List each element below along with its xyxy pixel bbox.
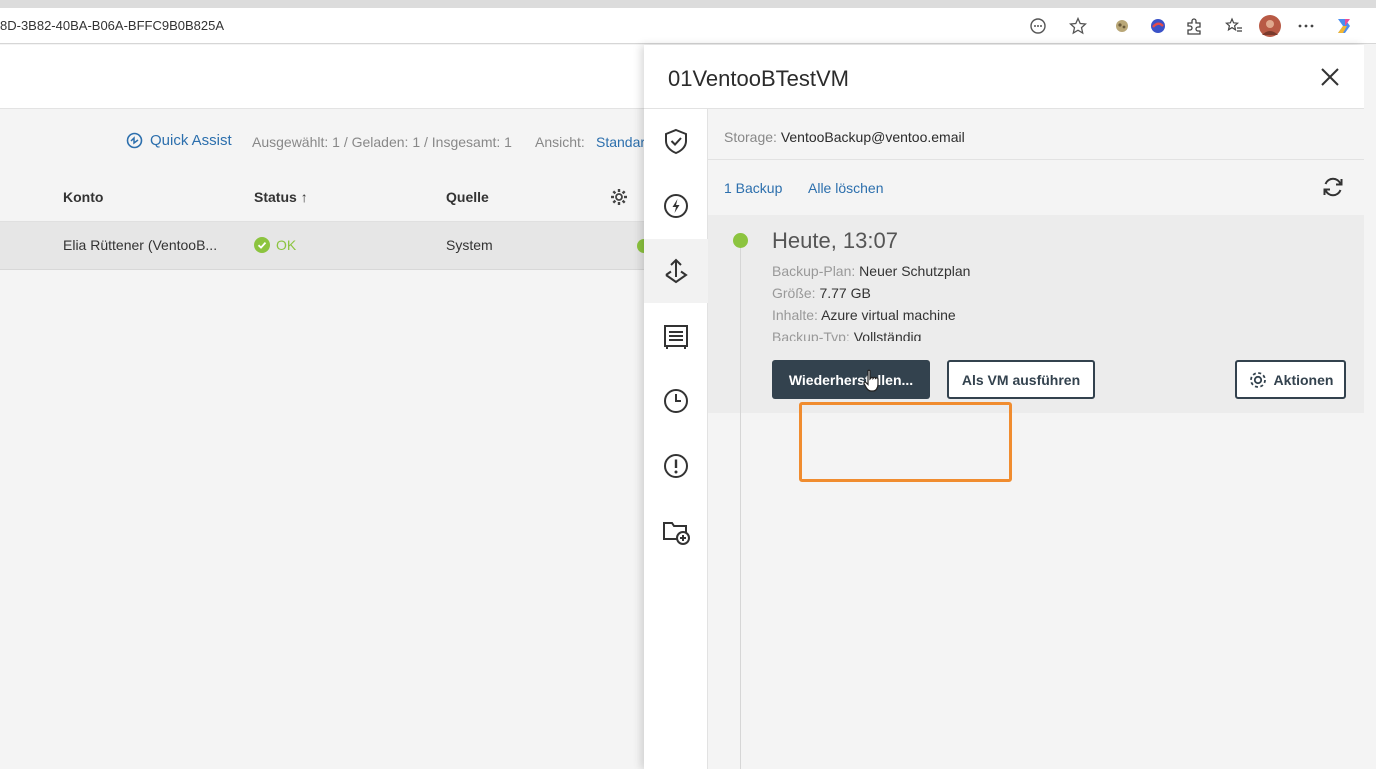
add-folder-icon[interactable] xyxy=(644,499,708,563)
backup-size-label: Größe: xyxy=(772,285,816,301)
favorite-star-icon[interactable] xyxy=(1066,14,1090,38)
app-header xyxy=(0,45,645,109)
close-icon[interactable] xyxy=(1316,63,1344,91)
details-panel: 01VentooBTestVM Storage: VentooBackup@ve… xyxy=(644,45,1364,769)
column-quelle[interactable]: Quelle xyxy=(446,189,489,205)
column-status[interactable]: Status ↑ xyxy=(254,189,308,205)
window-top-strip xyxy=(0,0,1376,8)
storage-value: VentooBackup@ventoo.email xyxy=(780,129,965,145)
backup-content-label: Inhalte: xyxy=(772,307,818,323)
reading-mode-icon[interactable] xyxy=(1026,14,1050,38)
run-as-vm-label[interactable]: Als VM ausführen xyxy=(962,372,1080,388)
actions-button[interactable]: Aktionen xyxy=(1235,360,1346,399)
storage-label: Storage: xyxy=(724,129,777,145)
storage-info: Storage: VentooBackup@ventoo.email xyxy=(724,129,965,145)
quick-assist-label[interactable]: Quick Assist xyxy=(150,132,232,149)
actions-label[interactable]: Aktionen xyxy=(1274,372,1334,388)
logs-list-icon[interactable] xyxy=(644,304,708,368)
backup-plan-row: Backup-Plan: Neuer Schutzplan xyxy=(772,263,970,279)
sort-ascending-icon[interactable]: ↑ xyxy=(301,189,308,205)
backups-content: Storage: VentooBackup@ventoo.email 1 Bac… xyxy=(708,108,1364,769)
backup-type-label: Backup-Typ: xyxy=(772,329,850,341)
refresh-icon[interactable] xyxy=(1320,174,1346,200)
selection-counts: Ausgewählt: 1 / Geladen: 1 / Insgesamt: … xyxy=(252,134,512,150)
url-text[interactable]: 8D-3B82-40BA-B06A-BFFC9B0B825A xyxy=(0,18,224,33)
backup-type-value: Vollständig xyxy=(853,329,922,341)
alerts-exclamation-icon[interactable] xyxy=(644,434,708,498)
column-status-label[interactable]: Status xyxy=(254,189,297,205)
backup-plan-value: Neuer Schutzplan xyxy=(859,263,971,279)
backup-storage-icon[interactable] xyxy=(644,239,708,303)
profile-avatar[interactable] xyxy=(1258,14,1282,38)
row-status: OK xyxy=(254,237,296,253)
backup-type-row: Backup-Typ: Vollständig xyxy=(772,329,921,341)
divider xyxy=(708,159,1364,160)
more-options-icon[interactable] xyxy=(1294,14,1318,38)
view-selector[interactable]: Standar xyxy=(596,134,645,150)
page-right-edge xyxy=(1364,45,1376,769)
backup-content-row: Inhalte: Azure virtual machine xyxy=(772,307,956,323)
history-clock-icon[interactable] xyxy=(644,369,708,433)
protection-shield-icon[interactable] xyxy=(644,109,708,173)
extension-icon[interactable] xyxy=(1110,14,1134,38)
extension-icon-2[interactable] xyxy=(1146,14,1170,38)
backup-size-value: 7.77 GB xyxy=(819,285,871,301)
favorites-list-icon[interactable] xyxy=(1222,14,1246,38)
view-label: Ansicht: xyxy=(535,134,585,150)
backup-count-link[interactable]: 1 Backup xyxy=(724,180,782,196)
restore-button[interactable]: Wiederherstellen... xyxy=(772,360,930,399)
quick-assist-link[interactable]: Quick Assist xyxy=(126,132,232,149)
delete-all-link[interactable]: Alle löschen xyxy=(808,180,884,196)
row-quelle: System xyxy=(446,237,493,253)
status-ok-label: OK xyxy=(276,237,297,253)
gear-icon xyxy=(1249,371,1266,388)
backup-time: Heute, 13:07 xyxy=(772,228,898,253)
status-ok-icon xyxy=(254,237,270,253)
backup-size-row: Größe: 7.77 GB xyxy=(772,285,871,301)
browser-address-bar[interactable]: 8D-3B82-40BA-B06A-BFFC9B0B825A xyxy=(0,8,1376,44)
backup-status-dot xyxy=(733,233,748,248)
column-konto[interactable]: Konto xyxy=(63,189,103,205)
column-settings-gear-icon[interactable] xyxy=(610,188,628,209)
row-konto: Elia Rüttener (VentooB... xyxy=(63,237,218,253)
activity-bolt-icon[interactable] xyxy=(644,174,708,238)
table-header: Konto Status ↑ Quelle xyxy=(0,172,645,222)
list-toolbar: Quick Assist Ausgewählt: 1 / Geladen: 1 … xyxy=(0,110,645,172)
copilot-icon[interactable] xyxy=(1332,14,1356,38)
backup-content-value: Azure virtual machine xyxy=(821,307,956,323)
panel-icon-nav xyxy=(644,108,708,769)
quick-assist-icon xyxy=(126,132,143,149)
run-as-vm-button[interactable]: Als VM ausführen xyxy=(947,360,1095,399)
backup-plan-label: Backup-Plan: xyxy=(772,263,856,279)
extensions-puzzle-icon[interactable] xyxy=(1182,14,1206,38)
mouse-pointer-icon xyxy=(863,369,881,396)
panel-title: 01VentooBTestVM xyxy=(668,66,850,91)
restore-highlight-box xyxy=(799,402,1012,482)
restore-button-label[interactable]: Wiederherstellen... xyxy=(789,372,913,388)
table-row[interactable]: Elia Rüttener (VentooB... OK System xyxy=(0,222,651,270)
timeline-line xyxy=(740,233,741,769)
